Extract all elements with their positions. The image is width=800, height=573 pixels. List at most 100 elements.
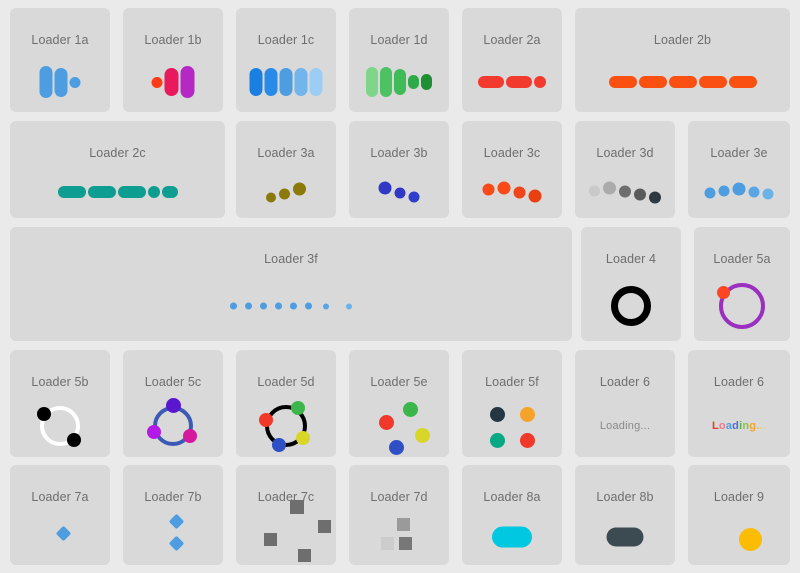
loader-animation-area [694, 271, 790, 341]
loader-card-loader-1b[interactable]: Loader 1b [123, 8, 223, 112]
loader-card-title: Loader 7c [257, 490, 315, 504]
loader-bar [249, 68, 263, 96]
loader-bar [421, 74, 432, 90]
loader-card-title: Loader 4 [605, 252, 657, 266]
loader-graphic [704, 182, 774, 199]
loader-dot [497, 181, 511, 194]
loader-card-loader-7a[interactable]: Loader 7a [10, 465, 110, 565]
loader-diamond [168, 535, 185, 552]
loader-pill [492, 526, 532, 548]
loader-card-loader-3d[interactable]: Loader 3d [575, 121, 675, 218]
loader-card-loader-2c[interactable]: Loader 2c [10, 121, 225, 218]
loader-card-loader-5b[interactable]: Loader 5b [10, 350, 110, 457]
loader-card-loader-7c[interactable]: Loader 7c [236, 465, 336, 565]
loader-animation-area [462, 165, 562, 218]
loader-animation-area [10, 165, 225, 218]
loader-animation-area [688, 509, 790, 565]
loader-animation-area [349, 52, 449, 112]
loader-animation-area [123, 394, 223, 457]
loader-card-title: Loader 1d [370, 33, 428, 47]
loader-dot [389, 439, 404, 455]
loader-card-title: Loader 2c [89, 146, 146, 160]
loader-card-title: Loader 3b [370, 146, 428, 160]
loader-dot [147, 425, 162, 440]
loader-bar [309, 68, 323, 96]
loader-orbit [147, 398, 198, 446]
loader-card-loader-2a[interactable]: Loader 2a [462, 8, 562, 112]
loader-bar [69, 76, 81, 88]
loader-bar [608, 76, 637, 88]
loader-graphic [151, 66, 195, 98]
loader-card-loader-6-color[interactable]: Loader 6 Loading... [688, 350, 790, 457]
loader-card-title: Loader 5f [485, 375, 539, 389]
loader-bar [57, 185, 86, 198]
loader-bar [180, 66, 195, 98]
loader-card-loader-3f[interactable]: Loader 3f [10, 227, 572, 341]
loader-bar [117, 185, 146, 198]
loader-graphic [472, 395, 552, 457]
loader-dot [293, 182, 306, 195]
loader-animation-area [10, 271, 572, 341]
loader-card-loader-3e[interactable]: Loader 3e [688, 121, 790, 218]
loader-card-loader-5d[interactable]: Loader 5d [236, 350, 336, 457]
loader-animation-area [462, 394, 562, 457]
loader-card-loader-1c[interactable]: Loader 1c [236, 8, 336, 112]
loader-card-title: Loader 5c [144, 375, 202, 389]
loader-scatter [359, 506, 439, 565]
loader-dot [490, 406, 505, 422]
loader-graphic [39, 66, 81, 98]
loader-dot [230, 302, 237, 310]
loader-bar [39, 66, 53, 98]
loader-card-loader-6-plain[interactable]: Loader 6 Loading... [575, 350, 675, 457]
loader-card-loader-5e[interactable]: Loader 5e [349, 350, 449, 457]
loader-animation-area [349, 165, 449, 218]
loader-bar [264, 68, 278, 96]
loader-bar [161, 185, 178, 198]
loader-square [397, 518, 410, 531]
loader-graphic [258, 401, 311, 453]
loader-card-loader-5c[interactable]: Loader 5c [123, 350, 223, 457]
loader-card-title: Loader 9 [713, 490, 765, 504]
loader-graphic [20, 506, 100, 565]
loader-card-loader-3a[interactable]: Loader 3a [236, 121, 336, 218]
loader-dot [520, 432, 535, 448]
loader-card-title: Loader 1c [257, 33, 315, 47]
loader-card-loader-3c[interactable]: Loader 3c [462, 121, 562, 218]
loader-graphic [133, 506, 213, 565]
loader-dot [403, 401, 418, 417]
loader-card-loader-5f[interactable]: Loader 5f [462, 350, 562, 457]
loader-card-loader-7d[interactable]: Loader 7d [349, 465, 449, 565]
loader-dot [323, 303, 329, 309]
loader-dot [528, 189, 542, 202]
loader-dot [490, 432, 505, 448]
loader-card-loader-4[interactable]: Loader 4 [581, 227, 681, 341]
loader-animation-area [462, 52, 562, 112]
loader-bar [54, 67, 68, 97]
loader-card-loader-7b[interactable]: Loader 7b [123, 465, 223, 565]
loader-dot [183, 428, 198, 443]
loader-card-title: Loader 2a [483, 33, 541, 47]
loader-card-loader-3b[interactable]: Loader 3b [349, 121, 449, 218]
loader-dot [296, 430, 311, 445]
loader-graphic [378, 181, 420, 202]
loader-card-loader-1d[interactable]: Loader 1d [349, 8, 449, 112]
loader-animation-area [236, 52, 336, 112]
loader-card-loader-8a[interactable]: Loader 8a [462, 465, 562, 565]
loader-card-title: Loader 8a [483, 490, 541, 504]
loader-card-loader-8b[interactable]: Loader 8b [575, 465, 675, 565]
loader-dot [762, 188, 774, 199]
loader-card-loader-1a[interactable]: Loader 1a [10, 8, 110, 112]
loader-dot [271, 438, 286, 453]
loader-dot [704, 187, 716, 198]
loader-dot [716, 286, 730, 300]
loader-bar [668, 76, 697, 88]
loader-dot [275, 302, 282, 310]
loader-scatter [20, 506, 100, 565]
loader-graphic [246, 500, 331, 565]
loader-square [381, 537, 394, 550]
loader-dot [67, 432, 82, 447]
loader-graphic [716, 283, 765, 329]
loader-card-loader-9[interactable]: Loader 9 [688, 465, 790, 565]
loader-card-loader-5a[interactable]: Loader 5a [694, 227, 790, 341]
loader-card-loader-2b[interactable]: Loader 2b [575, 8, 790, 112]
